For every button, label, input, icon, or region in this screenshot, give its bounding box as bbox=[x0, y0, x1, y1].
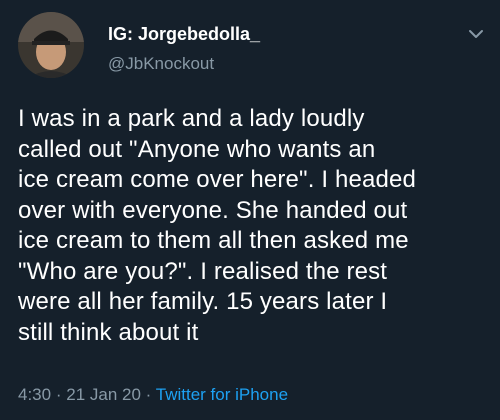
tweet-time[interactable]: 4:30 bbox=[18, 385, 51, 404]
tweet-meta: 4:30 · 21 Jan 20 · Twitter for iPhone bbox=[18, 385, 288, 405]
tweet-text-line: I was in a park and a lady loudly bbox=[18, 105, 365, 132]
meta-separator: · bbox=[55, 385, 62, 404]
tweet-source-link[interactable]: Twitter for iPhone bbox=[156, 385, 288, 404]
tweet-text-line: over with everyone. She handed out bbox=[18, 196, 408, 224]
tweet-text-line: were all her family. 15 years later I bbox=[18, 288, 388, 315]
tweet-text: I was in a park and a lady loudly called… bbox=[18, 104, 488, 348]
tweet-text-line: ice cream come over here". I headed bbox=[18, 166, 416, 193]
user-handle[interactable]: @JbKnockout bbox=[108, 54, 214, 74]
avatar[interactable] bbox=[18, 12, 84, 78]
tweet-text-line: "Who are you?". I realised the rest bbox=[18, 257, 388, 285]
tweet-date[interactable]: 21 Jan 20 bbox=[66, 385, 141, 404]
meta-separator: · bbox=[145, 385, 152, 404]
tweet-card: IG: Jorgebedolla_ @JbKnockout I was in a… bbox=[0, 0, 500, 420]
tweet-text-line: ice cream to them all then asked me bbox=[18, 227, 409, 254]
chevron-down-icon[interactable] bbox=[466, 24, 486, 44]
avatar-image bbox=[18, 12, 84, 78]
tweet-text-line: called out "Anyone who wants an bbox=[18, 135, 376, 163]
display-name[interactable]: IG: Jorgebedolla_ bbox=[108, 24, 260, 45]
tweet-text-line: still think about it bbox=[18, 318, 199, 346]
